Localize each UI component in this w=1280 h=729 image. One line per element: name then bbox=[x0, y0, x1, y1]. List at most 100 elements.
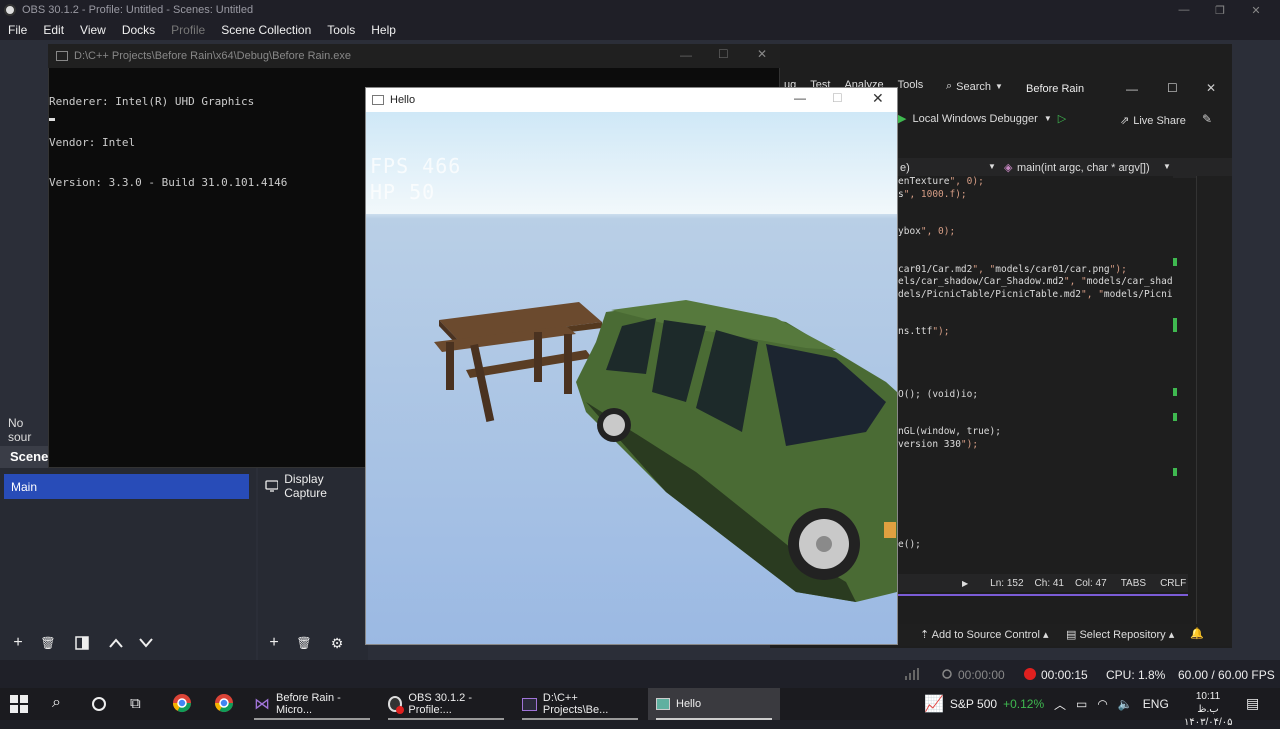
notifications-icon[interactable]: 🔔 bbox=[1190, 627, 1204, 640]
menu-scene-collection[interactable]: Scene Collection bbox=[213, 23, 319, 37]
menu-file[interactable]: File bbox=[0, 23, 35, 37]
code-line: version 330"); bbox=[898, 438, 979, 450]
menu-edit[interactable]: Edit bbox=[35, 23, 72, 37]
chrome-icon[interactable] bbox=[172, 693, 192, 716]
menu-docks[interactable]: Docks bbox=[114, 23, 163, 37]
source-properties-button[interactable]: ⚙ bbox=[325, 632, 349, 654]
chevron-up-icon[interactable]: ︿ bbox=[1054, 696, 1066, 713]
chrome-profile-icon[interactable] bbox=[214, 693, 234, 716]
code-editor[interactable]: enTexture", 0); s", 1000.f); ybox", 0); car… bbox=[898, 176, 1173, 576]
taskbar-app-obs[interactable]: OBS 30.1.2 - Profile:... bbox=[380, 688, 512, 720]
live-share-button[interactable]: ⇗ Live Share bbox=[1120, 114, 1186, 128]
hello-app-icon bbox=[656, 698, 670, 710]
console-title: D:\C++ Projects\Before Rain\x64\Debug\Be… bbox=[74, 50, 351, 62]
console-maximize-icon[interactable]: ☐ bbox=[718, 47, 729, 61]
scroll-right-icon[interactable]: ▶ bbox=[962, 579, 968, 588]
cpu-usage: CPU: 1.8% bbox=[1106, 668, 1166, 682]
hello-close-icon[interactable]: ✕ bbox=[872, 90, 884, 107]
nav-function[interactable]: main(int argc, char * argv[]) bbox=[1017, 162, 1150, 174]
vs-search-label: Search bbox=[956, 80, 992, 93]
select-repository-label: Select Repository bbox=[1079, 629, 1166, 641]
task-view-icon[interactable]: ⧉ bbox=[130, 695, 141, 712]
chevron-down-icon: ▼ bbox=[1043, 114, 1052, 123]
move-scene-up-button[interactable] bbox=[104, 632, 128, 654]
stock-widget[interactable]: 📈 S&P 500 +0.12% bbox=[924, 688, 1044, 720]
debugger-select[interactable]: Local Windows Debugger bbox=[912, 113, 1037, 125]
code-line: els/car_shadow/Car_Shadow.md2", "models/… bbox=[898, 276, 1173, 287]
editor-scrollbar[interactable] bbox=[1172, 178, 1186, 572]
play-icon: ▶ bbox=[898, 113, 907, 125]
game-scene bbox=[434, 300, 897, 602]
minimize-icon[interactable]: — bbox=[1166, 0, 1202, 20]
scene-item-main[interactable]: Main bbox=[4, 474, 249, 499]
line-ending[interactable]: CRLF bbox=[1160, 578, 1186, 589]
feedback-icon[interactable]: ✎ bbox=[1202, 112, 1212, 126]
volume-icon[interactable]: 🔈 bbox=[1118, 697, 1133, 711]
add-scene-button[interactable]: + bbox=[6, 632, 30, 654]
clock-time: 10:11 ب.ظ bbox=[1195, 691, 1221, 715]
cortana-icon[interactable] bbox=[90, 695, 108, 716]
taskbar-app-hello[interactable]: Hello bbox=[648, 688, 780, 720]
vs-menu-tools[interactable]: Tools bbox=[898, 79, 924, 91]
hello-maximize-icon[interactable]: ☐ bbox=[832, 91, 843, 105]
close-icon[interactable]: ✕ bbox=[1238, 0, 1274, 20]
add-source-control[interactable]: ⇡ Add to Source Control ▴ bbox=[920, 628, 1048, 641]
vs-close-icon[interactable]: ✕ bbox=[1206, 81, 1216, 95]
network-icon[interactable]: ◠ bbox=[1097, 697, 1107, 711]
game-viewport[interactable]: FPS 466 HP 50 bbox=[366, 112, 897, 644]
move-scene-down-button[interactable] bbox=[134, 632, 158, 654]
vs-debug-toolbar: ▶ Local Windows Debugger ▼ ▷ bbox=[898, 112, 1066, 126]
vs-maximize-icon[interactable]: ☐ bbox=[1167, 81, 1178, 95]
obs-titlebar: OBS 30.1.2 - Profile: Untitled - Scenes:… bbox=[0, 0, 1280, 20]
nav-scope[interactable]: e) bbox=[900, 162, 910, 174]
taskbar-app-console[interactable]: D:\C++ Projects\Be... bbox=[514, 688, 646, 720]
notification-center-icon[interactable]: ▤ bbox=[1246, 695, 1259, 712]
select-repository[interactable]: ▤ Select Repository ▴ bbox=[1066, 628, 1174, 641]
obs-menubar: File Edit View Docks Profile Scene Colle… bbox=[0, 20, 1280, 40]
remove-source-button[interactable]: 🗑 bbox=[292, 632, 316, 654]
hello-minimize-icon[interactable]: — bbox=[794, 91, 806, 105]
hud-hp: HP 50 bbox=[370, 180, 436, 204]
taskbar-app-visual-studio[interactable]: ⋈ Before Rain - Micro... bbox=[246, 688, 378, 720]
scene-filters-button[interactable] bbox=[70, 632, 94, 654]
menu-tools[interactable]: Tools bbox=[319, 23, 363, 37]
console-line: Version: 3.3.0 - Build 31.0.101.4146 bbox=[49, 176, 288, 189]
code-line: dels/PicnicTable/PicnicTable.md2", "mode… bbox=[898, 288, 1173, 300]
code-line: e(); bbox=[898, 538, 921, 550]
obs-logo-icon bbox=[4, 4, 16, 16]
run-icon[interactable]: ▷ bbox=[1058, 112, 1066, 125]
vs-statusbar: ⇡ Add to Source Control ▴ ▤ Select Repos… bbox=[898, 624, 1232, 646]
stock-change: +0.12% bbox=[1003, 697, 1045, 711]
search-icon[interactable]: ⌕ bbox=[52, 694, 61, 712]
add-source-button[interactable]: + bbox=[262, 632, 286, 654]
windows-icon bbox=[10, 695, 28, 713]
menu-profile[interactable]: Profile bbox=[163, 23, 213, 37]
live-share-label: Live Share bbox=[1133, 114, 1186, 127]
chevron-down-icon: ▼ bbox=[1163, 162, 1171, 171]
console-close-icon[interactable]: ✕ bbox=[757, 47, 767, 61]
language-indicator[interactable]: ENG bbox=[1143, 697, 1169, 711]
obs-statusbar bbox=[0, 660, 1280, 688]
indent-mode[interactable]: TABS bbox=[1121, 578, 1146, 589]
vs-minimize-icon[interactable]: — bbox=[1126, 82, 1138, 96]
car bbox=[576, 300, 897, 602]
menu-view[interactable]: View bbox=[72, 23, 114, 37]
battery-icon[interactable]: ▭ bbox=[1076, 697, 1087, 711]
filter-icon bbox=[75, 636, 89, 650]
console-minimize-icon[interactable]: — bbox=[680, 48, 692, 62]
start-button[interactable] bbox=[10, 695, 28, 716]
menu-help[interactable]: Help bbox=[363, 23, 404, 37]
source-item-display-capture[interactable]: Display Capture bbox=[265, 472, 365, 500]
remove-scene-button[interactable]: 🗑 bbox=[36, 632, 60, 654]
vs-solution-pane bbox=[1196, 176, 1232, 624]
hello-window: Hello — ☐ ✕ FPS 466 HP 50 bbox=[365, 87, 898, 645]
vs-search[interactable]: ⌕ Search ▼ bbox=[946, 80, 1003, 93]
vs-panel-divider bbox=[898, 594, 1188, 596]
maximize-icon[interactable]: ❐ bbox=[1202, 0, 1238, 20]
clock[interactable]: 10:11 ب.ظ ۱۴۰۳/۰۴/۰۵ bbox=[1184, 690, 1233, 729]
